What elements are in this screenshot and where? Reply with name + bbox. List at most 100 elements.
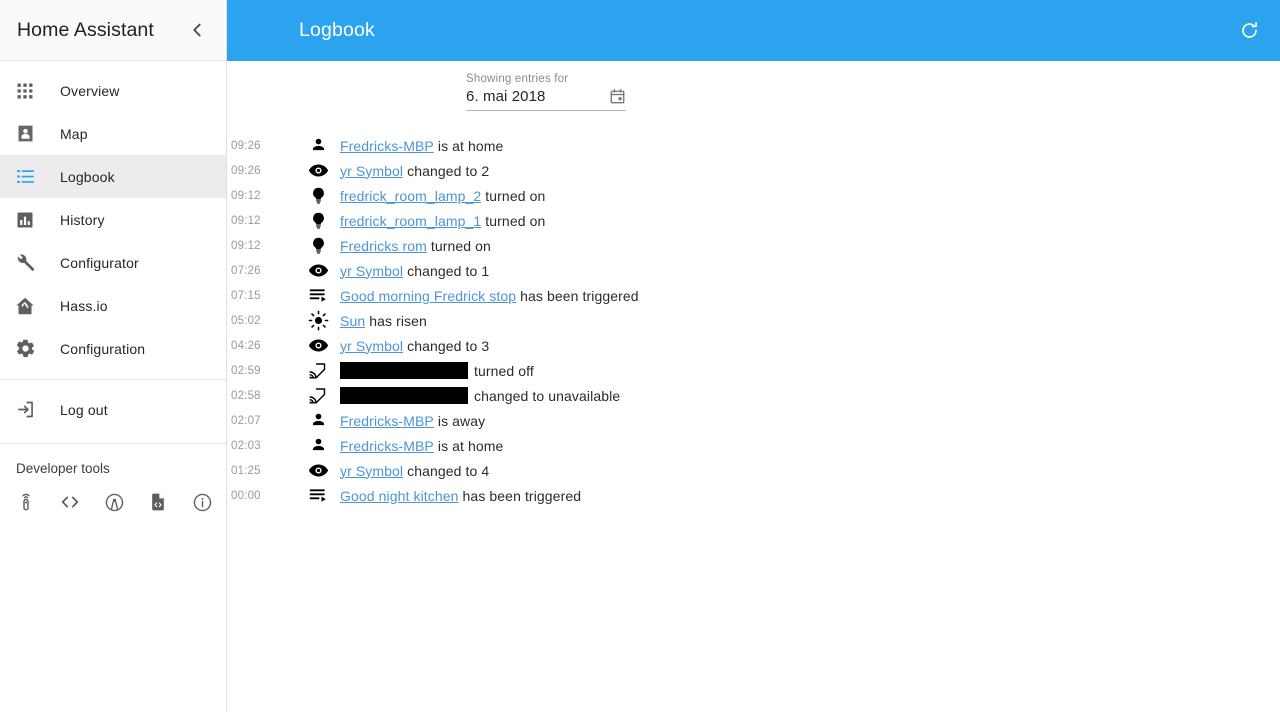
sidebar-item-label: History	[60, 211, 105, 228]
sidebar-item-configuration[interactable]: Configuration	[0, 327, 226, 370]
sidebar-item-label: Configuration	[60, 340, 146, 357]
entity-link[interactable]: Fredricks rom	[340, 238, 427, 254]
entry-message: changed to 1	[407, 262, 490, 279]
entry-timestamp: 09:12	[231, 239, 261, 252]
file-code-icon[interactable]	[146, 490, 170, 514]
sidebar-item-label: Hass.io	[60, 297, 108, 314]
entry-text: Fredricks-MBP is away	[340, 413, 485, 429]
entry-text: yr Symbol changed to 4	[340, 463, 489, 479]
entry-message: has been triggered	[520, 287, 639, 304]
logbook-entry: 07:15 Good morning Fredrick stop has been …	[227, 283, 1280, 308]
logbook-entry: 04:26 yr Symbol changed to 3	[227, 333, 1280, 358]
entry-timestamp: 09:12	[231, 189, 261, 202]
sidebar-item-hassio[interactable]: Hass.io	[0, 284, 226, 327]
logbook-entry: 02:59 turned off	[227, 358, 1280, 383]
entry-text: Fredricks-MBP is at home	[340, 138, 503, 154]
entity-link[interactable]: Good night kitchen	[340, 488, 459, 504]
logbook-entry: 01:25 yr Symbol changed to 4	[227, 458, 1280, 483]
main-content: Logbook Showing entries for 6. mai 2018	[227, 0, 1280, 712]
code-tags-icon[interactable]	[58, 490, 82, 514]
entity-link[interactable]: Fredricks-MBP	[340, 413, 434, 429]
entry-text: Good night kitchen has been triggered	[340, 488, 581, 504]
entry-message: changed to 4	[407, 462, 490, 479]
entry-text: turned off	[340, 362, 534, 379]
entity-link[interactable]: fredrick_room_lamp_1	[340, 213, 481, 229]
entry-message: changed to 2	[407, 162, 490, 179]
entry-timestamp: 07:26	[231, 264, 261, 277]
date-input[interactable]: 6. mai 2018	[466, 88, 626, 111]
calendar-icon[interactable]	[609, 88, 626, 105]
entry-text: changed to unavailable	[340, 387, 620, 404]
entry-timestamp: 00:00	[231, 489, 261, 502]
entity-link[interactable]: Good morning Fredrick stop	[340, 288, 516, 304]
entry-message: has risen	[369, 312, 427, 329]
information-outline-icon[interactable]	[190, 490, 214, 514]
sidebar-item-overview[interactable]: Overview	[0, 69, 226, 112]
entity-link[interactable]: Fredricks-MBP	[340, 138, 434, 154]
chevron-left-icon[interactable]	[182, 15, 212, 45]
entry-timestamp: 02:59	[231, 364, 261, 377]
redacted-entity-name	[340, 387, 468, 404]
sidebar-header: Home Assistant	[0, 0, 226, 61]
map-account-icon	[13, 122, 37, 146]
refresh-icon[interactable]	[1232, 14, 1266, 48]
entry-message: is at home	[437, 437, 504, 454]
entity-link[interactable]: yr Symbol	[340, 463, 403, 479]
entry-message: turned on	[430, 237, 491, 254]
eye-icon	[307, 160, 329, 182]
redacted-entity-name	[340, 362, 468, 379]
entry-timestamp: 09:26	[231, 164, 261, 177]
entry-message: changed to 3	[407, 337, 490, 354]
sun-icon	[307, 310, 329, 332]
logbook-entry: 02:07 Fredricks-MBP is away	[227, 408, 1280, 433]
account-icon	[307, 410, 329, 432]
sidebar-item-label: Map	[60, 125, 88, 142]
logbook-entry: 02:03 Fredricks-MBP is at home	[227, 433, 1280, 458]
sidebar-nav: Overview Map Logbook History Configurato…	[0, 61, 226, 431]
entry-text: Fredricks rom turned on	[340, 238, 491, 254]
broadcast-icon[interactable]	[102, 490, 126, 514]
entity-link[interactable]: fredrick_room_lamp_2	[340, 188, 481, 204]
logbook-entry: 02:58 changed to unavailable	[227, 383, 1280, 408]
entry-message: turned on	[485, 187, 546, 204]
lightbulb-icon	[307, 235, 329, 257]
account-icon	[307, 135, 329, 157]
entity-link[interactable]: yr Symbol	[340, 163, 403, 179]
logbook-entry: 09:12 fredrick_room_lamp_1 turned on	[227, 208, 1280, 233]
sidebar-item-logout[interactable]: Log out	[0, 388, 226, 431]
entry-timestamp: 02:58	[231, 389, 261, 402]
sidebar-divider	[0, 379, 226, 380]
sidebar: Home Assistant Overview Map Logbook Hist…	[0, 0, 227, 712]
bar-chart-icon	[13, 208, 37, 232]
wrench-icon	[13, 251, 37, 275]
sidebar-item-label: Configurator	[60, 254, 139, 271]
logbook-entry: 09:26 yr Symbol changed to 2	[227, 158, 1280, 183]
entry-text: Fredricks-MBP is at home	[340, 438, 503, 454]
remote-icon[interactable]	[14, 490, 38, 514]
date-caption: Showing entries for	[466, 73, 569, 85]
playlist-play-icon	[307, 285, 329, 307]
page-title: Logbook	[299, 19, 375, 41]
lightbulb-icon	[307, 185, 329, 207]
cast-icon	[307, 385, 329, 407]
entity-link[interactable]: yr Symbol	[340, 263, 403, 279]
entry-text: yr Symbol changed to 3	[340, 338, 489, 354]
entry-timestamp: 05:02	[231, 314, 261, 327]
sidebar-item-map[interactable]: Map	[0, 112, 226, 155]
app-root: Home Assistant Overview Map Logbook Hist…	[0, 0, 1280, 712]
entity-link[interactable]: yr Symbol	[340, 338, 403, 354]
exit-to-app-icon	[13, 398, 37, 422]
entity-link[interactable]: Sun	[340, 313, 365, 329]
gear-icon	[13, 337, 37, 361]
sidebar-item-configurator[interactable]: Configurator	[0, 241, 226, 284]
eye-icon	[307, 460, 329, 482]
sidebar-item-logbook[interactable]: Logbook	[0, 155, 226, 198]
sidebar-item-history[interactable]: History	[0, 198, 226, 241]
entity-link[interactable]: Fredricks-MBP	[340, 438, 434, 454]
entry-text: yr Symbol changed to 2	[340, 163, 489, 179]
entry-text: Good morning Fredrick stop has been trigg…	[340, 288, 639, 304]
sidebar-title: Home Assistant	[17, 18, 154, 41]
developer-tools-icons	[0, 476, 226, 514]
home-assistant-icon	[13, 294, 37, 318]
logbook-entry: 09:26 Fredricks-MBP is at home	[227, 133, 1280, 158]
